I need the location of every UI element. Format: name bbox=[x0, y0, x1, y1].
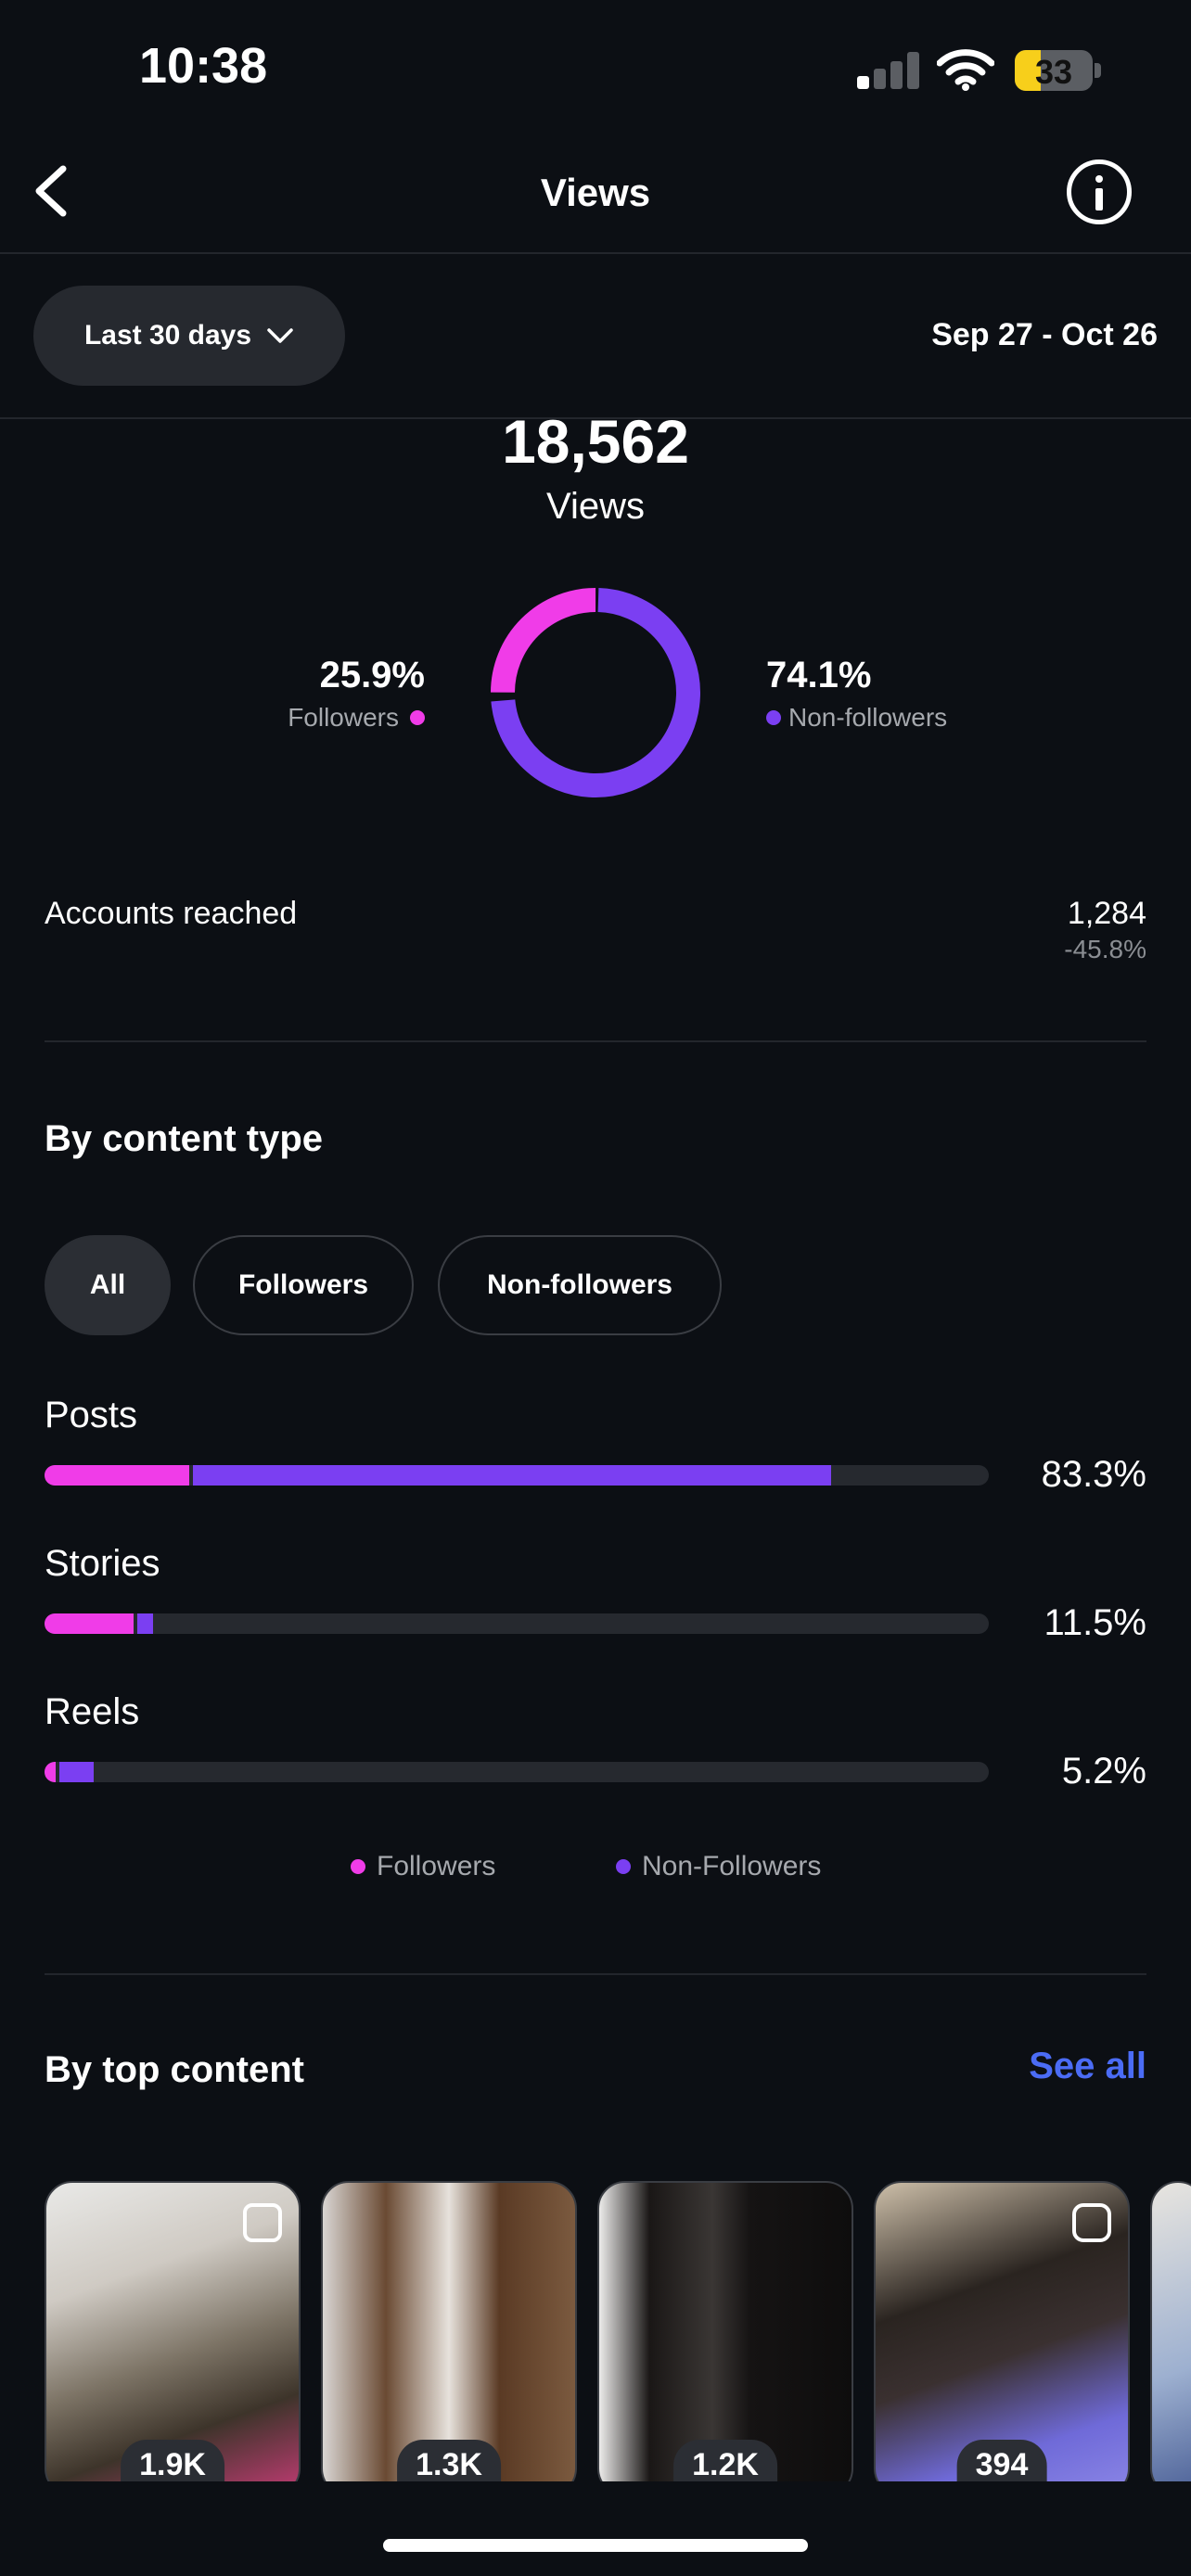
see-all-link[interactable]: See all bbox=[1029, 2046, 1146, 2087]
reels-followers-segment bbox=[45, 1762, 57, 1782]
non-followers-legend: Non-followers bbox=[766, 703, 947, 733]
top-content-thumbnail[interactable]: 1.9K bbox=[45, 2181, 301, 2496]
top-content-thumbnail[interactable]: 1.3K bbox=[321, 2181, 577, 2496]
non-followers-bar-legend-label: Non-Followers bbox=[642, 1851, 822, 1881]
total-views: 18,562 bbox=[502, 407, 689, 476]
bottom-safe-area bbox=[0, 2481, 1191, 2576]
battery-icon: 33 bbox=[1015, 50, 1093, 91]
tab-non-followers[interactable]: Non-followers bbox=[438, 1235, 722, 1335]
reels-label: Reels bbox=[45, 1691, 140, 1732]
top-content-thumbnail-partial[interactable] bbox=[1150, 2181, 1191, 2496]
accounts-reached-label: Accounts reached bbox=[45, 896, 298, 931]
non-followers-bar-legend: Non-Followers bbox=[616, 1851, 821, 1882]
posts-bar bbox=[45, 1465, 989, 1486]
reels-percent: 5.2% bbox=[1061, 1751, 1146, 1792]
stories-percent: 11.5% bbox=[1044, 1602, 1146, 1643]
date-range-dropdown[interactable]: Last 30 days bbox=[33, 286, 345, 386]
posts-non-followers-segment bbox=[192, 1465, 831, 1486]
followers-percent: 25.9% bbox=[319, 655, 425, 695]
date-range-dropdown-label: Last 30 days bbox=[83, 320, 252, 351]
followers-legend-label: Followers bbox=[288, 703, 399, 732]
home-indicator[interactable] bbox=[383, 2539, 808, 2552]
followers-bar-legend: Followers bbox=[351, 1851, 495, 1882]
non-followers-dot-icon bbox=[766, 710, 781, 725]
top-content-title: By top content bbox=[45, 2049, 304, 2090]
followers-legend: Followers bbox=[288, 703, 425, 733]
followers-bar-legend-label: Followers bbox=[377, 1851, 496, 1881]
status-time: 10:38 bbox=[139, 38, 268, 94]
carousel-icon bbox=[243, 2203, 282, 2242]
stories-followers-segment bbox=[45, 1613, 134, 1634]
tab-followers[interactable]: Followers bbox=[193, 1235, 414, 1335]
section-divider bbox=[45, 1973, 1146, 1975]
stories-bar bbox=[45, 1613, 989, 1634]
battery-tip bbox=[1095, 63, 1101, 78]
top-content-thumbnail[interactable]: 394 bbox=[874, 2181, 1130, 2496]
non-followers-legend-label: Non-followers bbox=[788, 703, 948, 732]
wifi-icon bbox=[936, 48, 995, 91]
posts-label: Posts bbox=[45, 1395, 138, 1435]
posts-followers-segment bbox=[45, 1465, 189, 1486]
chevron-down-icon bbox=[267, 328, 293, 343]
followers-dot-icon bbox=[410, 710, 425, 725]
reels-bar bbox=[45, 1762, 989, 1782]
reels-icon bbox=[1072, 2203, 1111, 2242]
reels-non-followers-segment bbox=[59, 1762, 94, 1782]
total-views-label: Views bbox=[546, 486, 645, 527]
stories-label: Stories bbox=[45, 1543, 160, 1584]
cellular-signal-icon bbox=[857, 52, 920, 89]
followers-dot-icon bbox=[351, 1859, 365, 1874]
page-title: Views bbox=[540, 171, 651, 214]
battery-percent: 33 bbox=[1034, 53, 1073, 91]
accounts-reached-change: -45.8% bbox=[1064, 935, 1146, 963]
content-type-title: By content type bbox=[45, 1118, 324, 1159]
non-followers-percent: 74.1% bbox=[766, 655, 872, 695]
non-followers-dot-icon bbox=[616, 1859, 631, 1874]
top-content-thumbnail[interactable]: 1.2K bbox=[597, 2181, 853, 2496]
date-range-text: Sep 27 - Oct 26 bbox=[931, 317, 1158, 352]
followers-donut-chart bbox=[491, 588, 700, 797]
stories-non-followers-segment bbox=[136, 1613, 154, 1634]
accounts-reached-value: 1,284 bbox=[1067, 896, 1146, 931]
info-button[interactable] bbox=[1067, 159, 1132, 224]
tab-all[interactable]: All bbox=[45, 1235, 171, 1335]
posts-percent: 83.3% bbox=[1041, 1454, 1146, 1495]
info-icon bbox=[1095, 175, 1103, 183]
section-divider bbox=[45, 1040, 1146, 1042]
header-divider bbox=[0, 252, 1191, 254]
